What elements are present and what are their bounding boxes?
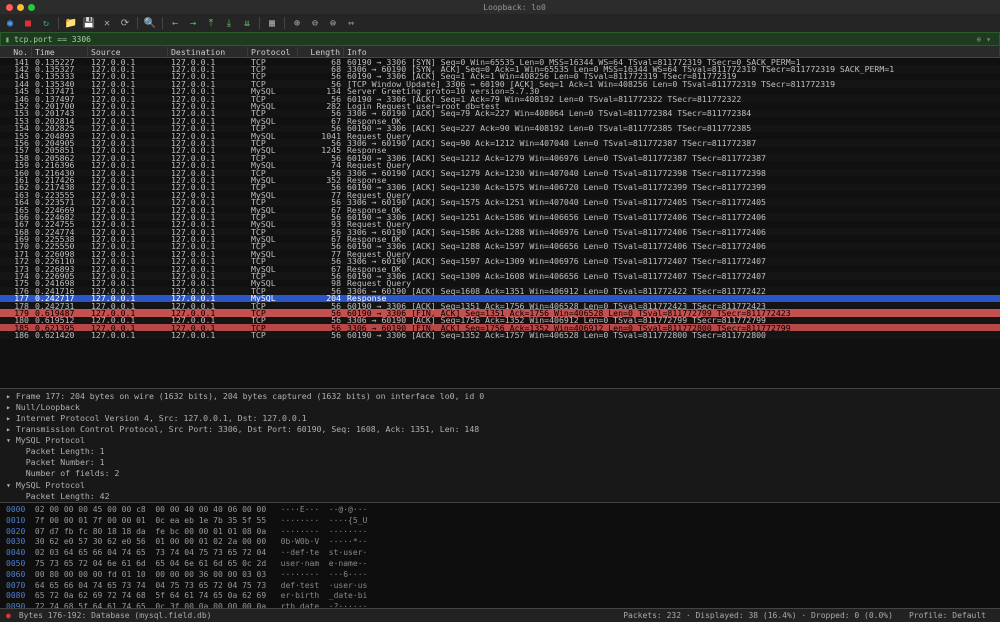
hex-row[interactable]: 0070 64 65 66 04 74 65 73 74 04 75 73 65… (6, 581, 994, 592)
close-file-icon[interactable]: ✕ (101, 17, 113, 29)
stop-capture-icon[interactable]: ■ (22, 17, 34, 29)
hex-row[interactable]: 0050 75 73 65 72 04 6e 61 6d 65 04 6e 61… (6, 559, 994, 570)
open-file-icon[interactable]: 📁 (65, 17, 77, 29)
detail-line[interactable]: Packet Length: 1 (6, 446, 994, 457)
packet-row[interactable]: 1860.621420127.0.0.1127.0.0.1TCP5660190 … (0, 331, 1000, 338)
hex-row[interactable]: 0010 7f 00 00 01 7f 00 00 01 0c ea eb 1e… (6, 516, 994, 527)
status-profile[interactable]: Profile: Default (901, 611, 994, 620)
detail-line[interactable]: ▸ Transmission Control Protocol, Src Por… (6, 424, 994, 435)
go-next-icon[interactable]: → (187, 17, 199, 29)
zoom-icon[interactable] (28, 4, 35, 11)
statusbar: ● Bytes 176-192: Database (mysql.field.d… (0, 608, 1000, 622)
bookmark-icon[interactable]: ▮ (5, 34, 10, 44)
traffic-lights (6, 4, 35, 11)
filter-controls[interactable]: ⊕ ▾ (973, 35, 995, 44)
hex-row[interactable]: 0000 02 00 00 00 45 00 00 c8 00 00 40 00… (6, 505, 994, 516)
detail-line[interactable]: Packet Length: 42 (6, 491, 994, 502)
detail-line[interactable]: Packet Number: 1 (6, 457, 994, 468)
detail-line[interactable]: ▾ MySQL Protocol (6, 435, 994, 446)
col-source[interactable]: Source (88, 47, 168, 57)
zoom-reset-icon[interactable]: ⊜ (327, 17, 339, 29)
auto-scroll-icon[interactable]: ⇊ (241, 17, 253, 29)
col-length[interactable]: Length (298, 47, 344, 57)
hex-row[interactable]: 0040 02 03 64 65 66 04 74 65 73 74 04 75… (6, 548, 994, 559)
hex-row[interactable]: 0020 07 d7 fb fc 80 18 18 da fe bc 00 00… (6, 527, 994, 538)
go-first-icon[interactable]: ⤒ (205, 17, 217, 29)
packet-list-pane: No. Time Source Destination Protocol Len… (0, 46, 1000, 388)
reload-icon[interactable]: ⟳ (119, 17, 131, 29)
status-packet-counts: Packets: 232 · Displayed: 38 (16.4%) · D… (615, 611, 901, 620)
zoom-out-icon[interactable]: ⊖ (309, 17, 321, 29)
col-time[interactable]: Time (32, 47, 88, 57)
resize-cols-icon[interactable]: ⇔ (345, 17, 357, 29)
hex-row[interactable]: 0080 65 72 0a 62 69 72 74 68 5f 64 61 74… (6, 591, 994, 602)
zoom-in-icon[interactable]: ⊕ (291, 17, 303, 29)
main-toolbar: ◉ ■ ↻ 📁 💾 ✕ ⟳ 🔍 ← → ⤒ ⤓ ⇊ ▦ ⊕ ⊖ ⊜ ⇔ (0, 14, 1000, 32)
restart-capture-icon[interactable]: ↻ (40, 17, 52, 29)
detail-line[interactable]: ▸ Frame 177: 204 bytes on wire (1632 bit… (6, 391, 994, 402)
col-no[interactable]: No. (0, 47, 32, 57)
col-info[interactable]: Info (344, 47, 1000, 57)
detail-line[interactable]: ▾ MySQL Protocol (6, 480, 994, 491)
display-filter-bar: ▮ ⊕ ▾ (0, 32, 1000, 46)
detail-line[interactable]: ▸ Internet Protocol Version 4, Src: 127.… (6, 413, 994, 424)
minimize-icon[interactable] (17, 4, 24, 11)
status-field-info: Bytes 176-192: Database (mysql.field.db) (11, 611, 220, 620)
col-destination[interactable]: Destination (168, 47, 248, 57)
start-capture-icon[interactable]: ◉ (4, 17, 16, 29)
packet-details-pane[interactable]: ▸ Frame 177: 204 bytes on wire (1632 bit… (0, 388, 1000, 502)
colorize-icon[interactable]: ▦ (266, 17, 278, 29)
titlebar: Loopback: lo0 (0, 0, 1000, 14)
display-filter-input[interactable] (14, 35, 973, 44)
packet-list-header[interactable]: No. Time Source Destination Protocol Len… (0, 46, 1000, 58)
packet-bytes-pane[interactable]: 0000 02 00 00 00 45 00 00 c8 00 00 40 00… (0, 502, 1000, 608)
window-title: Loopback: lo0 (35, 3, 994, 12)
hex-row[interactable]: 0030 30 62 e0 57 30 62 e0 56 01 00 00 01… (6, 537, 994, 548)
go-prev-icon[interactable]: ← (169, 17, 181, 29)
close-icon[interactable] (6, 4, 13, 11)
col-protocol[interactable]: Protocol (248, 47, 298, 57)
packet-list-body[interactable]: 1410.135227127.0.0.1127.0.0.1TCP6860190 … (0, 58, 1000, 388)
detail-line[interactable]: Number of fields: 2 (6, 468, 994, 479)
hex-row[interactable]: 0060 00 80 00 00 00 fd 01 10 00 00 00 36… (6, 570, 994, 581)
find-icon[interactable]: 🔍 (144, 17, 156, 29)
go-last-icon[interactable]: ⤓ (223, 17, 235, 29)
save-icon[interactable]: 💾 (83, 17, 95, 29)
detail-line[interactable]: ▸ Null/Loopback (6, 402, 994, 413)
